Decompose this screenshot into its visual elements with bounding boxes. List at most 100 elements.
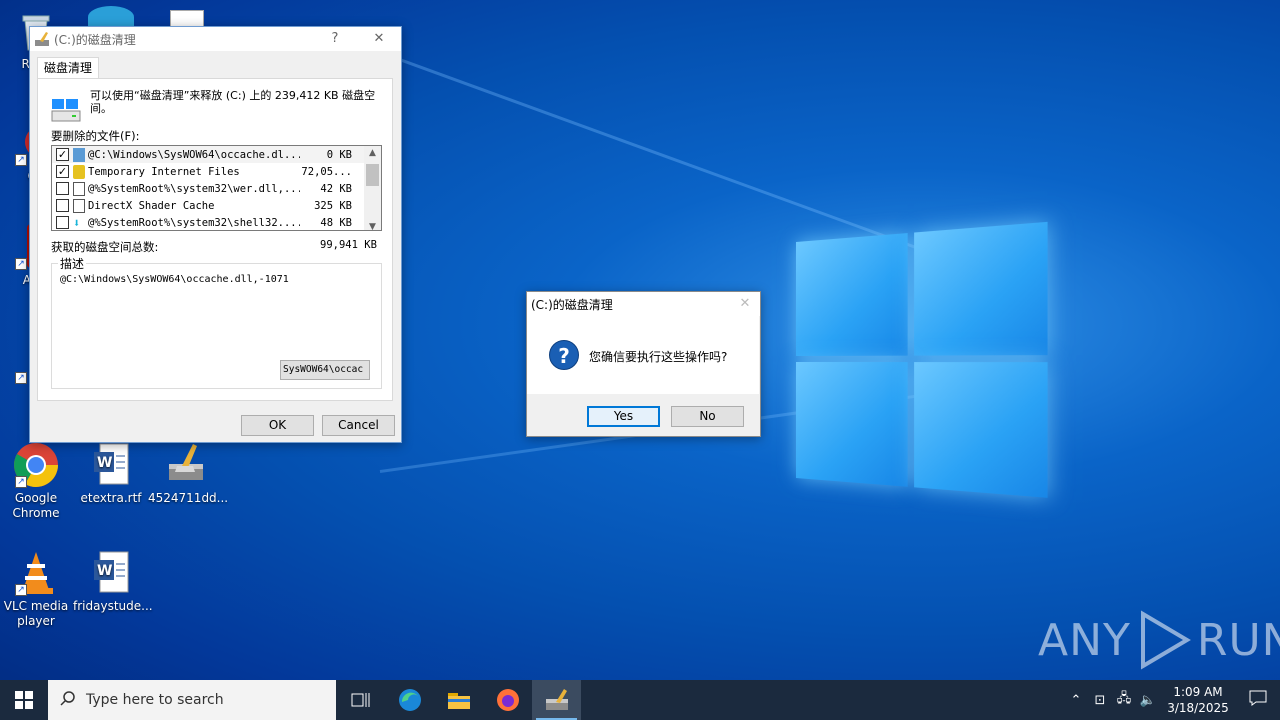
file-size: 42 KB (320, 182, 352, 195)
taskbar-edge[interactable] (385, 680, 434, 720)
help-button[interactable]: ? (313, 27, 357, 51)
list-item[interactable]: ⬇ @%SystemRoot%\system32\shell32.... 48 … (52, 214, 381, 230)
list-item[interactable]: ✓ Temporary Internet Files 72,05... (52, 163, 381, 180)
title-bar: (C:)的磁盘清理 ✕ (527, 292, 760, 316)
windows-logo-wallpaper (796, 221, 1048, 500)
meet-now-icon[interactable]: ⊡ (1088, 693, 1112, 708)
disk-cleanup-dialog: (C:)的磁盘清理 ? ✕ 磁盘清理 可以使用“磁盘清理”来释放 (C:) 上的… (29, 26, 402, 443)
file-size: 48 KB (320, 216, 352, 229)
checkbox[interactable]: ✓ (56, 148, 69, 161)
shortcut-arrow-icon: ↗ (15, 584, 27, 596)
volume-icon[interactable]: 🔈 (1136, 693, 1160, 708)
chevron-up-icon[interactable]: ⌃ (1064, 693, 1088, 708)
checkbox[interactable] (56, 216, 69, 229)
desktop-icon-label: fridaystude... (73, 599, 153, 613)
list-item[interactable]: ✓ @C:\Windows\SysWOW64\occache.dl... 0 K… (52, 146, 381, 163)
disk-cleanup-icon (545, 689, 568, 710)
desktop-icon-label: 4524711dd... (148, 491, 229, 505)
watermark-text: RUN (1196, 614, 1280, 666)
confirm-dialog: (C:)的磁盘清理 ✕ ? 您确信要执行这些操作吗? Yes No (526, 291, 761, 437)
list-item[interactable]: DirectX Shader Cache 325 KB (52, 197, 381, 214)
file-size: 72,05... (301, 165, 352, 178)
chrome-icon: ↗ (13, 442, 59, 488)
file-name: @%SystemRoot%\system32\wer.dll,... (88, 182, 300, 195)
task-view-icon (351, 693, 369, 707)
file-list[interactable]: ✓ @C:\Windows\SysWOW64\occache.dl... 0 K… (51, 145, 382, 231)
file-size: 0 KB (326, 148, 352, 161)
svg-text:W: W (97, 563, 112, 579)
checkbox[interactable] (56, 182, 69, 195)
taskbar-disk-cleanup[interactable] (532, 680, 581, 720)
notification-icon[interactable] (1236, 690, 1280, 710)
no-button[interactable]: No (671, 406, 744, 427)
word-document-icon: W (88, 550, 134, 596)
desktop-icon-label: etextra.rtf (80, 491, 142, 505)
disk-cleanup-icon (34, 31, 50, 47)
desktop-icon-fridaystude[interactable]: W fridaystude... (73, 550, 153, 614)
ok-button[interactable]: OK (241, 415, 314, 436)
info-text: 可以使用“磁盘清理”来释放 (C:) 上的 239,412 KB 磁盘空间。 (90, 89, 376, 115)
anyrun-watermark: ANY RUN (1038, 610, 1280, 670)
page-icon (73, 181, 85, 196)
drive-icon (50, 97, 82, 125)
window-title: (C:)的磁盘清理 (54, 32, 136, 47)
network-icon[interactable]: 🖧 (1112, 689, 1136, 711)
page-icon (73, 198, 85, 213)
checkbox[interactable]: ✓ (56, 165, 69, 178)
task-view-button[interactable] (336, 680, 385, 720)
file-name: DirectX Shader Cache (88, 199, 215, 212)
cancel-button[interactable]: Cancel (322, 415, 395, 436)
windows-start-icon (15, 691, 33, 709)
desktop-icon-vlc[interactable]: ↗ VLC media player (0, 550, 74, 629)
file-name: @%SystemRoot%\system32\shell32.... (88, 216, 300, 229)
file-name: Temporary Internet Files (88, 165, 240, 178)
scrollbar[interactable]: ▲ ▼ (364, 146, 381, 230)
file-icon (73, 147, 85, 162)
files-to-delete-label: 要删除的文件(F): (51, 129, 140, 143)
shortcut-arrow-icon: ↗ (15, 372, 27, 384)
search-placeholder: Type here to search (86, 692, 224, 708)
checkbox[interactable] (56, 199, 69, 212)
svg-text:W: W (97, 455, 112, 471)
description-text: @C:\Windows\SysWOW64\occache.dll,-1071 (60, 274, 289, 285)
edge-icon (398, 689, 421, 711)
taskbar-file-explorer[interactable] (434, 680, 483, 720)
shortcut-arrow-icon: ↗ (15, 258, 27, 270)
scroll-thumb[interactable] (366, 164, 379, 186)
clock-date: 3/18/2025 (1167, 701, 1229, 715)
shortcut-arrow-icon: ↗ (15, 154, 27, 166)
taskbar-firefox[interactable] (483, 680, 532, 720)
scroll-down-icon[interactable]: ▼ (364, 220, 381, 230)
system-tray: ⌃ ⊡ 🖧 🔈 1:09 AM 3/18/2025 (1064, 680, 1280, 720)
desktop-icon-etextra[interactable]: W etextra.rtf (73, 442, 149, 506)
close-button[interactable]: ✕ (730, 292, 760, 316)
scroll-up-icon[interactable]: ▲ (364, 146, 381, 160)
start-button[interactable] (0, 680, 48, 720)
window-title: (C:)的磁盘清理 (531, 297, 613, 312)
desktop-icon-4524711dd[interactable]: 4524711dd... (148, 442, 229, 506)
confirm-message: 您确信要执行这些操作吗? (589, 350, 728, 364)
play-logo-icon (1140, 610, 1191, 670)
firefox-icon (496, 689, 519, 711)
clock[interactable]: 1:09 AM 3/18/2025 (1160, 684, 1236, 716)
desktop-icon-label: VLC media player (3, 599, 69, 628)
watermark-text: ANY (1038, 614, 1131, 666)
download-arrow-icon: ⬇ (73, 215, 81, 230)
folder-icon (447, 693, 470, 709)
search-icon (60, 690, 76, 710)
shortcut-arrow-icon: ↗ (15, 476, 27, 488)
taskbar-search[interactable]: Type here to search (48, 680, 336, 720)
file-name: @C:\Windows\SysWOW64\occache.dl... (88, 148, 300, 161)
description-group: 描述 @C:\Windows\SysWOW64\occache.dll,-107… (51, 255, 382, 389)
edge-icon (88, 6, 134, 28)
description-legend: 描述 (58, 255, 87, 272)
yes-button[interactable]: Yes (587, 406, 660, 427)
view-files-button[interactable]: SysWOW64\occac (280, 360, 370, 380)
message-area: ? 您确信要执行这些操作吗? (527, 316, 759, 394)
close-button[interactable]: ✕ (357, 27, 401, 51)
clock-time: 1:09 AM (1173, 685, 1223, 699)
desktop-icon-google-chrome[interactable]: ↗ Google Chrome (0, 442, 74, 521)
desktop-icon-label: Google Chrome (12, 491, 60, 520)
list-item[interactable]: @%SystemRoot%\system32\wer.dll,... 42 KB (52, 180, 381, 197)
tab-disk-cleanup[interactable]: 磁盘清理 (37, 57, 100, 79)
